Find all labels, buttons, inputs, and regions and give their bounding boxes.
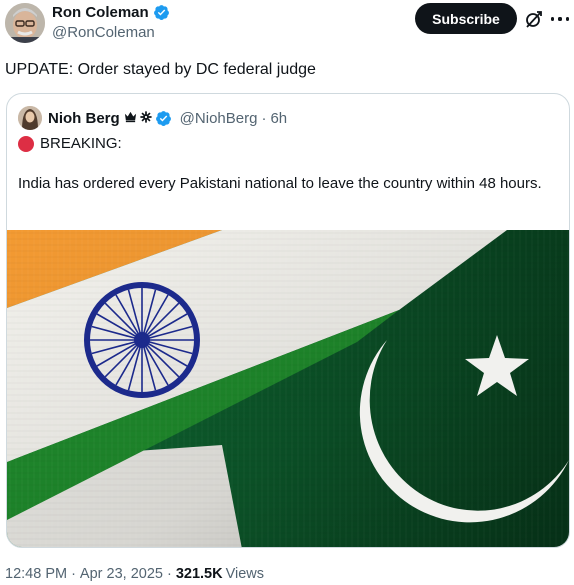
views-count[interactable]: 321.5K bbox=[176, 566, 223, 582]
subscribe-button[interactable]: Subscribe bbox=[415, 3, 517, 34]
quoted-tweet-card[interactable]: Nioh Berg @NiohBerg · 6h BREAKING: India… bbox=[6, 93, 570, 548]
crown-icon bbox=[124, 110, 137, 127]
author-avatar[interactable] bbox=[5, 3, 45, 43]
quoted-tweet-body: BREAKING: India has ordered every Pakist… bbox=[18, 134, 553, 194]
gear-icon bbox=[140, 110, 152, 127]
tweet-text: UPDATE: Order stayed by DC federal judge bbox=[5, 61, 316, 78]
breaking-label: BREAKING: bbox=[40, 135, 122, 152]
separator-dot: · bbox=[71, 566, 76, 582]
india-pakistan-flags-image[interactable] bbox=[7, 230, 569, 547]
quoted-timestamp[interactable]: 6h bbox=[270, 110, 287, 127]
quoted-tweet-header: Nioh Berg @NiohBerg · 6h bbox=[18, 106, 287, 130]
more-icon[interactable] bbox=[551, 9, 569, 29]
verified-badge-icon bbox=[155, 110, 172, 127]
quoted-author-name[interactable]: Nioh Berg bbox=[48, 110, 120, 127]
quoted-tweet-text: India has ordered every Pakistani nation… bbox=[18, 175, 542, 192]
quoted-author-badges bbox=[124, 110, 172, 127]
quoted-author-handle[interactable]: @NiohBerg bbox=[180, 110, 258, 127]
author-handle[interactable]: @RonColeman bbox=[52, 24, 155, 41]
red-circle-icon bbox=[18, 136, 34, 152]
tweet-header: Ron Coleman @RonColeman Subscribe bbox=[0, 0, 574, 52]
grok-icon[interactable] bbox=[524, 9, 544, 29]
breaking-line: BREAKING: bbox=[18, 134, 553, 154]
views-label: Views bbox=[225, 566, 264, 582]
separator-dot: · bbox=[261, 109, 267, 127]
author-name[interactable]: Ron Coleman bbox=[52, 4, 149, 21]
tweet-meta: 12:48 PM · Apr 23, 2025 · 321.5K Views bbox=[5, 566, 264, 582]
tweet-date[interactable]: Apr 23, 2025 bbox=[80, 566, 163, 582]
separator-dot: · bbox=[166, 566, 172, 582]
verified-badge-icon bbox=[153, 4, 170, 21]
author-name-row[interactable]: Ron Coleman bbox=[52, 4, 170, 21]
tweet-time[interactable]: 12:48 PM bbox=[5, 566, 67, 582]
quoted-author-avatar[interactable] bbox=[18, 106, 42, 130]
